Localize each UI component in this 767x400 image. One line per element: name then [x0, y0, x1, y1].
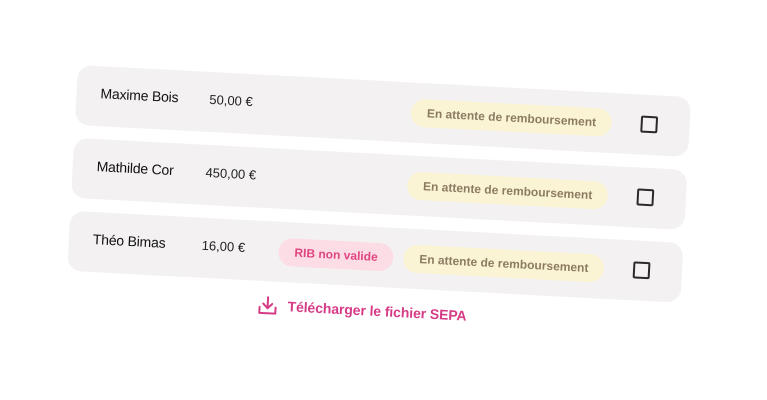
row-select-checkbox[interactable]	[636, 188, 655, 207]
status-badge: En attente de remboursement	[406, 171, 609, 210]
refund-list: Maxime Bois 50,00 € En attente de rembou…	[65, 65, 692, 338]
refund-amount: 450,00 €	[205, 164, 257, 183]
refund-amount: 16,00 €	[201, 237, 246, 255]
refund-list-card: Maxime Bois 50,00 € En attente de rembou…	[0, 0, 767, 400]
payee-name: Mathilde Cor	[96, 158, 175, 179]
status-badge: En attente de remboursement	[402, 244, 606, 283]
download-icon	[258, 296, 277, 315]
row-select-checkbox[interactable]	[632, 261, 651, 280]
payee-name: Théo Bimas	[92, 231, 166, 251]
row-select-checkbox[interactable]	[640, 115, 659, 134]
download-sepa-label: Télécharger le fichier SEPA	[287, 298, 467, 324]
status-badge: En attente de remboursement	[410, 98, 613, 138]
payee-name: Maxime Bois	[100, 85, 179, 106]
refund-amount: 50,00 €	[208, 91, 254, 110]
invalid-rib-badge: RIB non valide	[277, 237, 395, 272]
download-sepa-link[interactable]: Télécharger le fichier SEPA	[256, 294, 680, 338]
